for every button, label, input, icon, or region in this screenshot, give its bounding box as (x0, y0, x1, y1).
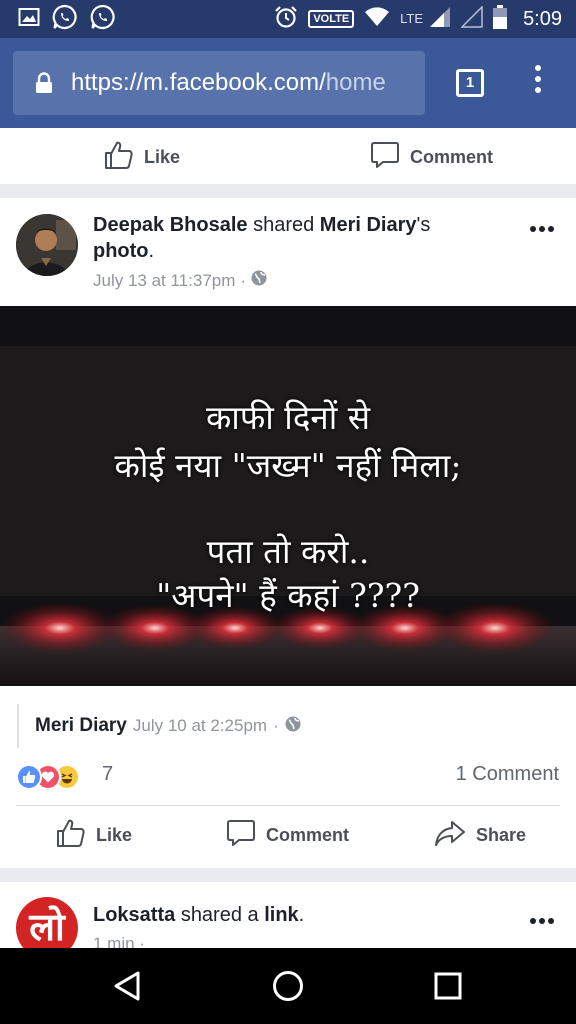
previous-post-actions: Like Comment (0, 128, 576, 184)
whatsapp-icon (52, 4, 78, 35)
meta-separator: · (240, 270, 247, 290)
post-actions: Like Comment Share (0, 816, 576, 856)
share-icon (434, 818, 466, 853)
thumbs-up-icon (104, 140, 134, 175)
like-label: Like (144, 147, 181, 167)
thumbs-up-icon (56, 818, 86, 853)
post-timestamp[interactable]: July 13 at 11:37pm (93, 271, 235, 291)
shared-text: shared a (180, 904, 259, 926)
reaction-icons (16, 764, 96, 792)
post-options-button[interactable] (530, 918, 554, 924)
status-bar: VOLTE LTE 5:09 (0, 0, 576, 38)
post-header: Deepak Bhosale shared Meri Diary's photo… (0, 198, 576, 306)
feed-post: लो Loksatta shared a link. 1 min · (0, 882, 576, 959)
browser-toolbar: https://m.facebook.com/home 1 (0, 38, 576, 128)
comment-icon (370, 140, 400, 175)
signal-icon (429, 6, 451, 33)
feed-post: Deepak Bhosale shared Meri Diary's photo… (0, 198, 576, 868)
comment-label: Comment (266, 825, 350, 845)
comment-count-link[interactable]: 1 Comment (456, 763, 559, 786)
home-icon[interactable] (272, 970, 304, 1007)
shared-word: shared (253, 214, 315, 236)
post-meta: July 13 at 11:37pm · (93, 270, 267, 291)
post-options-button[interactable] (530, 226, 554, 232)
screen: VOLTE LTE 5:09 https://m.facebook.com/ho… (0, 0, 576, 1024)
post-title: Deepak Bhosale shared Meri Diary's photo… (93, 212, 493, 264)
alarm-icon (274, 5, 298, 34)
clock: 5:09 (523, 7, 562, 30)
image-text-line-2: कोई नया "जख्म" नहीं मिला; (114, 446, 462, 485)
globe-icon (285, 716, 301, 737)
page-name[interactable]: Meri Diary (320, 214, 417, 236)
author-name[interactable]: Loksatta (93, 904, 175, 926)
comment-button[interactable]: Comment (370, 140, 493, 175)
like-button[interactable]: Like (104, 140, 180, 175)
navigation-bar (0, 948, 576, 1024)
network-type: LTE (400, 10, 424, 26)
recents-icon[interactable] (434, 972, 462, 1005)
reactions-summary[interactable]: 7 1 Comment (0, 760, 576, 794)
avatar[interactable] (16, 214, 78, 276)
like-label: Like (96, 825, 133, 845)
divider (16, 805, 560, 806)
title-period: . (298, 904, 305, 926)
globe-icon (251, 270, 267, 291)
lock-icon (35, 72, 57, 94)
post-title: Loksatta shared a link. (93, 904, 304, 927)
comment-icon (226, 818, 256, 853)
url-path: home (325, 69, 386, 96)
source-timestamp[interactable]: July 10 at 2:25pm (133, 716, 267, 736)
wifi-icon (364, 6, 390, 32)
image-icon (18, 7, 40, 32)
whatsapp-icon (90, 4, 116, 35)
browser-menu-button[interactable] (530, 65, 546, 101)
url-main: https://m.facebook.com/ (71, 69, 326, 96)
shared-object-link[interactable]: link (264, 904, 298, 926)
shared-object-link[interactable]: photo (93, 240, 149, 262)
share-button[interactable]: Share (434, 818, 526, 853)
address-bar[interactable]: https://m.facebook.com/home (13, 51, 425, 115)
signal-icon (460, 4, 483, 33)
author-name[interactable]: Deepak Bhosale (93, 214, 248, 236)
post-photo[interactable]: काफी दिनों से कोई नया "जख्म" नहीं मिला; … (0, 306, 576, 686)
photo-background (0, 306, 576, 686)
like-reaction-icon (16, 764, 42, 790)
tab-switcher-button[interactable]: 1 (456, 69, 484, 97)
source-separator: · (273, 716, 279, 735)
volte-badge: VOLTE (308, 10, 355, 28)
title-period: . (148, 240, 155, 262)
possessive: 's (416, 214, 431, 236)
reaction-count: 7 (102, 763, 114, 785)
battery-icon (493, 4, 508, 34)
comment-label: Comment (410, 147, 494, 167)
comment-button[interactable]: Comment (226, 818, 349, 853)
share-label: Share (476, 825, 527, 845)
shared-source-attribution: Meri Diary July 10 at 2:25pm · (17, 704, 301, 748)
image-text-line-3: पता तो करो.. (206, 532, 370, 571)
image-text-line-4: "अपने" हैं कहां ???? (156, 576, 420, 615)
image-text-line-1: काफी दिनों से (205, 398, 371, 437)
like-button[interactable]: Like (56, 818, 132, 853)
source-page-name[interactable]: Meri Diary (35, 715, 127, 737)
back-icon[interactable] (112, 970, 142, 1007)
url-text: https://m.facebook.com/home (71, 69, 386, 97)
